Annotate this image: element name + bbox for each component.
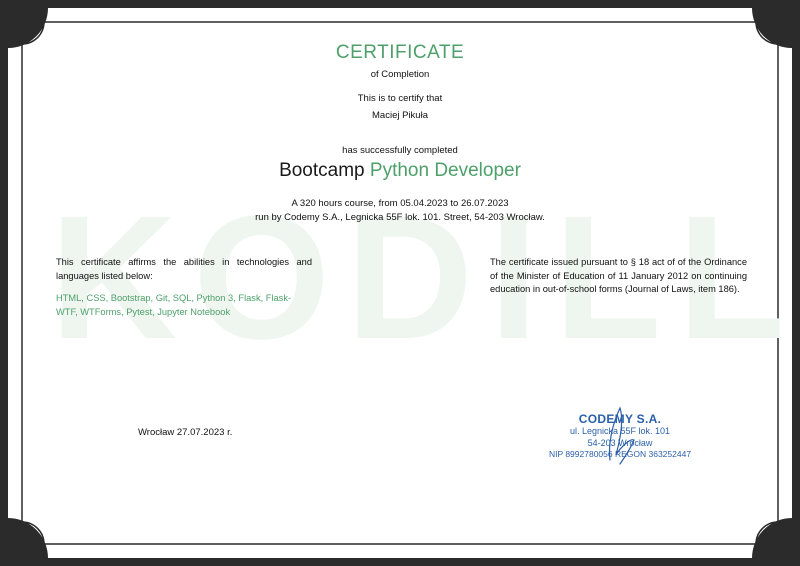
course-name: Python Developer bbox=[369, 160, 521, 181]
skills-intro: This certificate affirms the abilities i… bbox=[56, 257, 312, 281]
place-and-date: Wrocław 27.07.2023 r. bbox=[138, 427, 233, 438]
skills-section: This certificate affirms the abilities i… bbox=[56, 256, 312, 319]
certificate-page: KODILLA CERTIFICATE of Completion This i… bbox=[0, 0, 800, 566]
recipient-name: Maciej Pikuła bbox=[372, 110, 428, 121]
course-description-line1: A 320 hours course, from 05.04.2023 to 2… bbox=[291, 198, 509, 209]
skills-list: HTML, CSS, Bootstrap, Git, SQL, Python 3… bbox=[56, 293, 292, 317]
certificate-subtitle: of Completion bbox=[370, 69, 430, 80]
course-description-line2: run by Codemy S.A., Legnicka 55F lok. 10… bbox=[255, 212, 545, 223]
signature-icon bbox=[608, 406, 635, 465]
course-title: Bootcamp Python Developer bbox=[0, 160, 800, 182]
certificate-content: CERTIFICATE of Completion This is to cer… bbox=[0, 0, 800, 566]
course-prefix: Bootcamp bbox=[279, 160, 365, 181]
certify-line: This is to certify that bbox=[357, 93, 443, 104]
completed-line: has successfully completed bbox=[342, 145, 458, 156]
certificate-title: CERTIFICATE bbox=[335, 42, 465, 63]
legal-basis-text: The certificate issued pursuant to § 18 … bbox=[490, 257, 747, 294]
